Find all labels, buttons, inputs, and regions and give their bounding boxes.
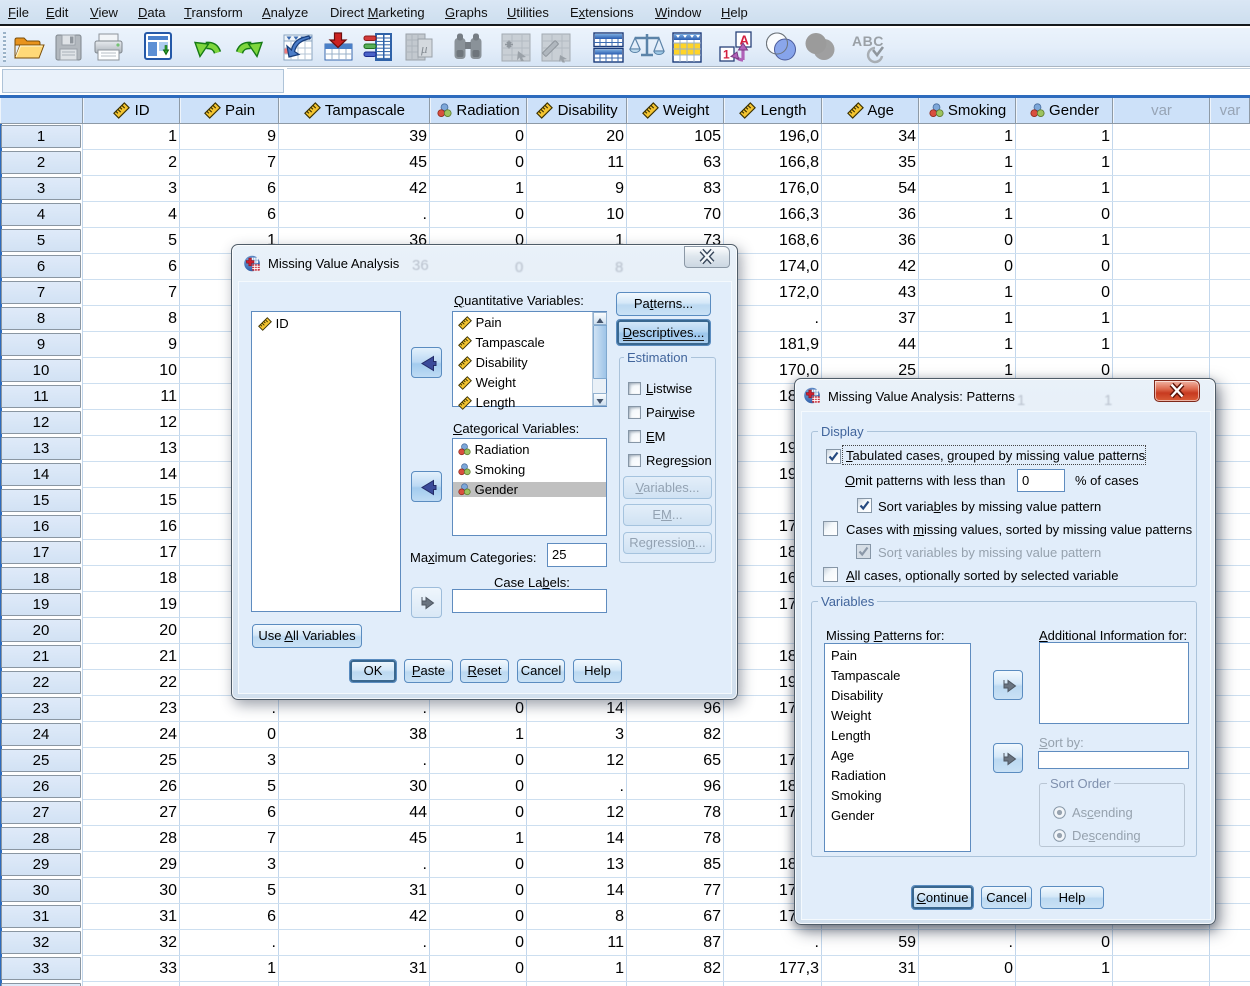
svg-text:μ: μ [420,41,428,56]
svg-text:ABC: ABC [852,33,884,49]
svg-text:1: 1 [723,48,730,62]
